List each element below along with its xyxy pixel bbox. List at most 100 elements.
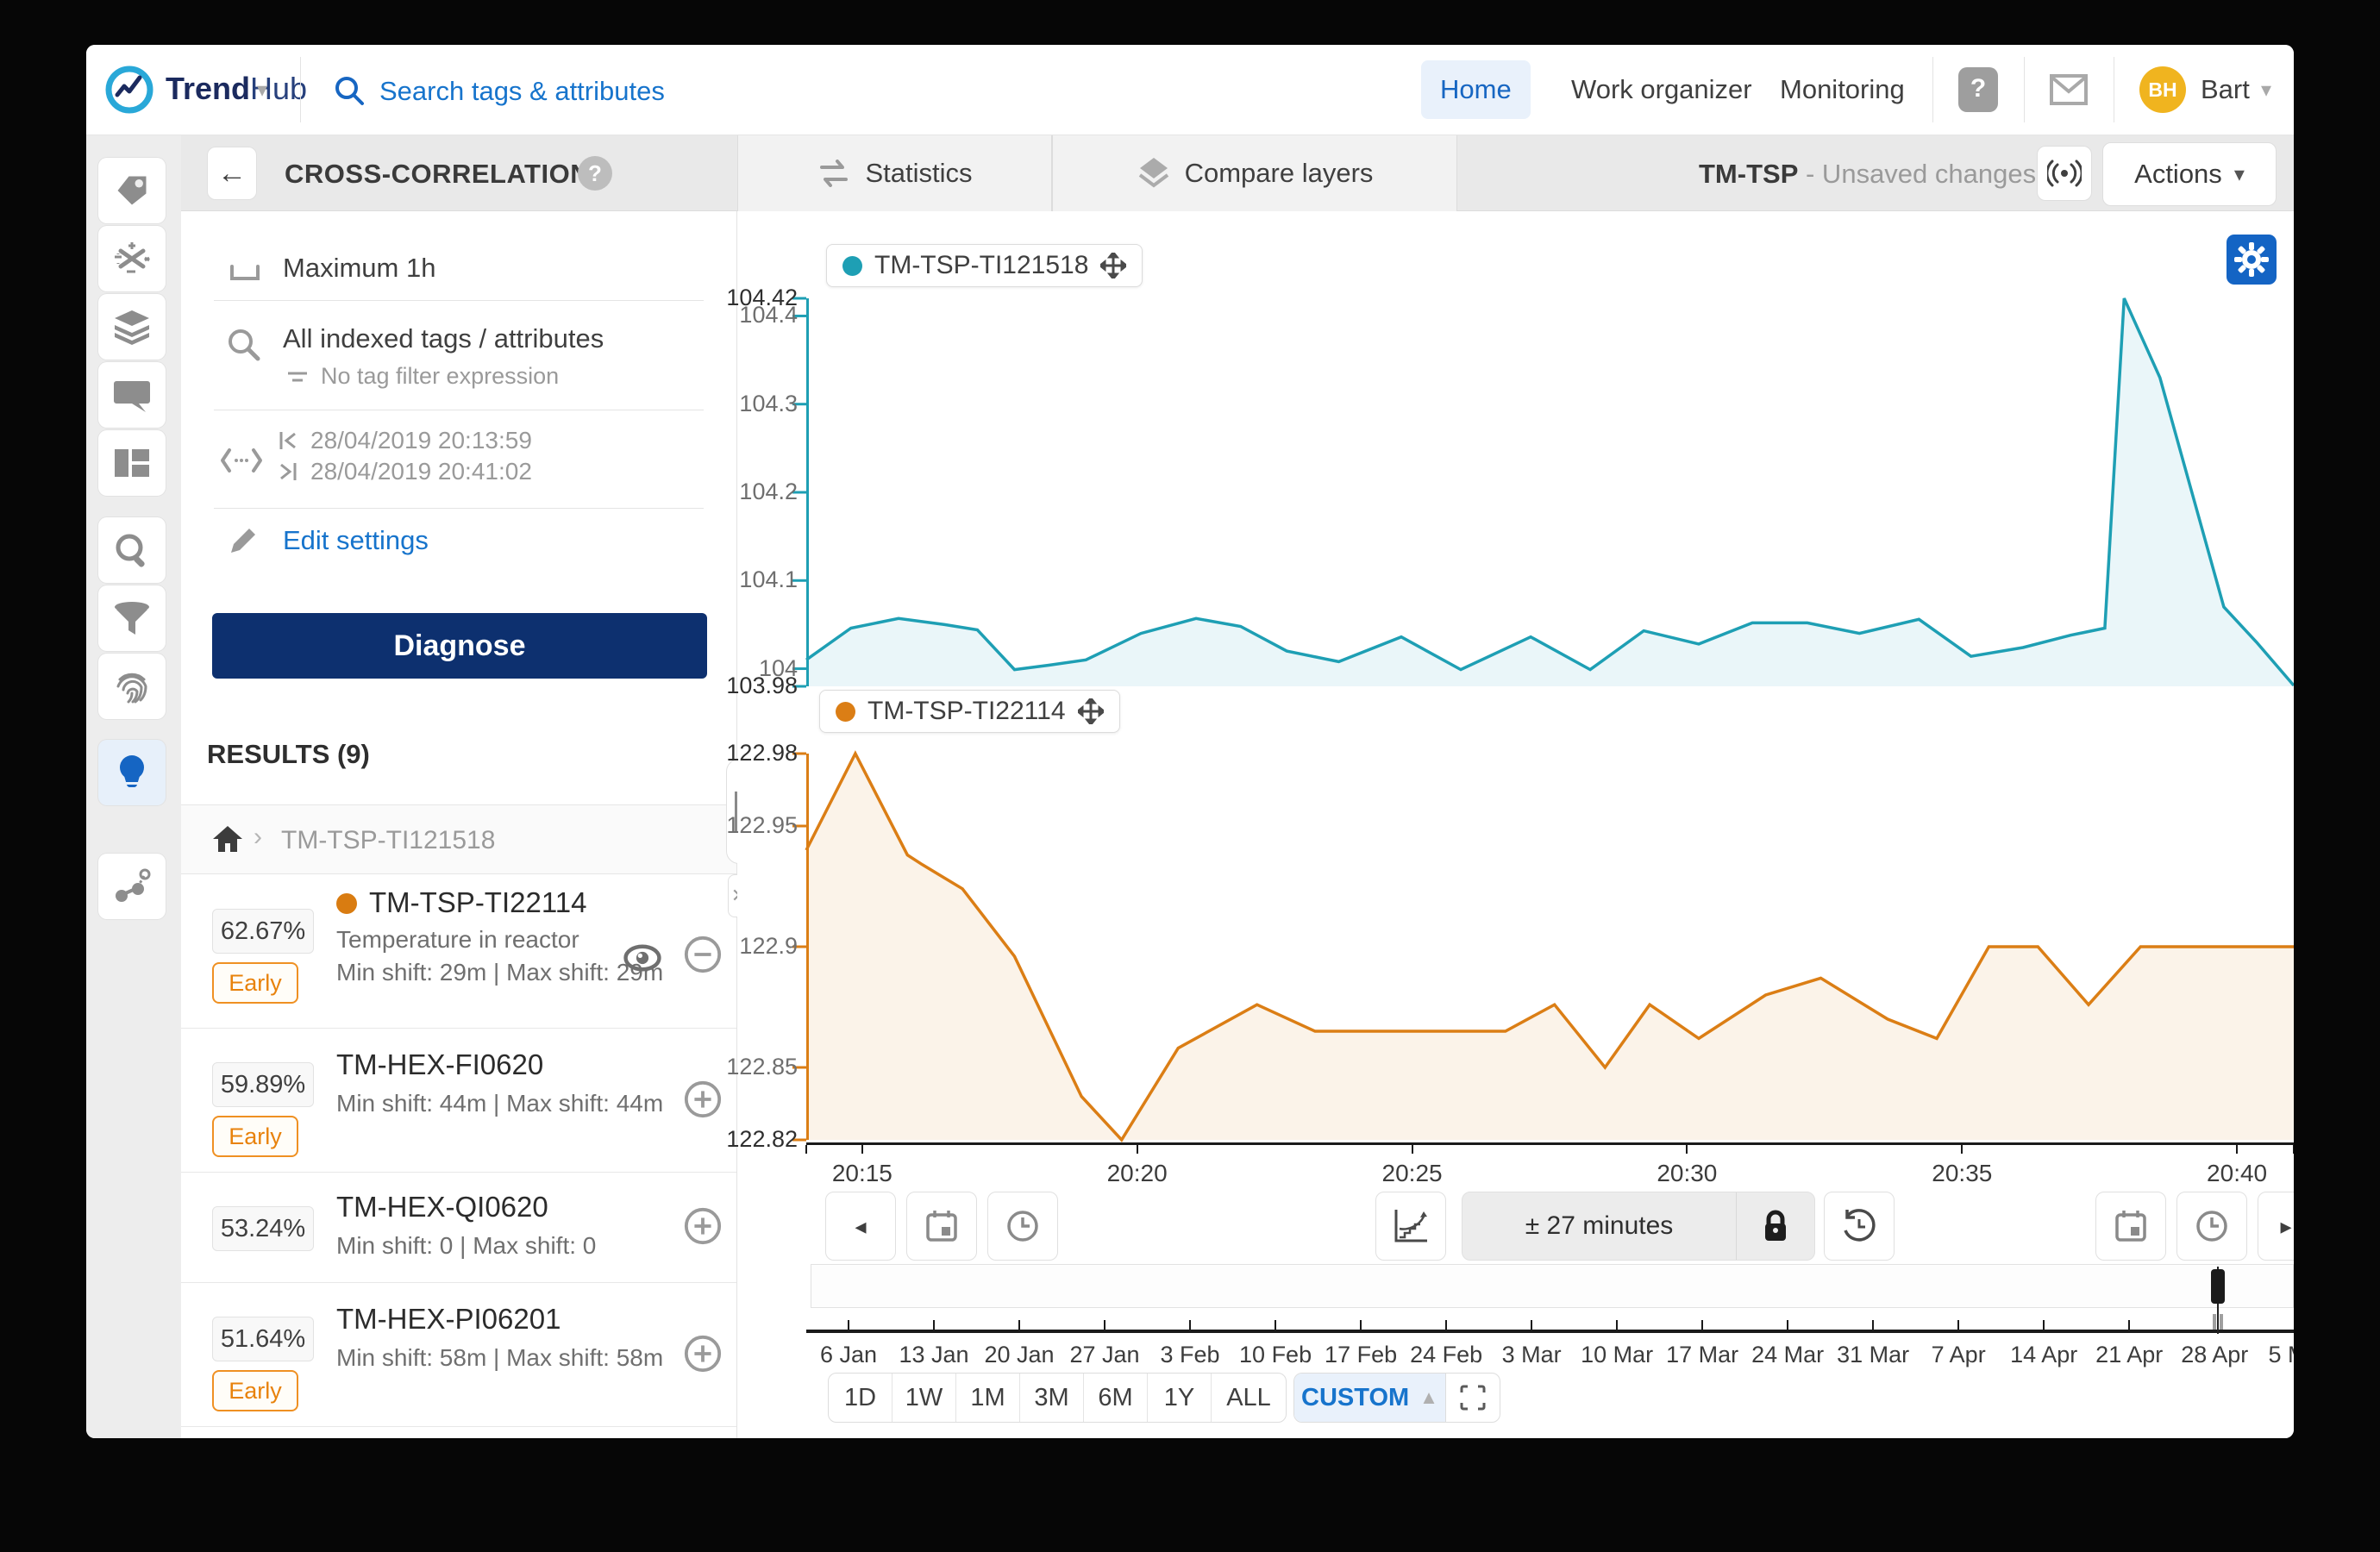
x-tick: [2293, 1145, 2294, 1154]
diagnose-button[interactable]: Diagnose: [212, 613, 707, 679]
series-legend[interactable]: TM-TSP-TI22114: [819, 690, 1120, 733]
actions-chevron-down-icon: ▾: [2233, 162, 2245, 186]
cross-correlations-panel: Maximum 1h All indexed tags / attributes…: [181, 211, 737, 1438]
zoom-6m-button[interactable]: 6M: [1084, 1374, 1148, 1422]
trend-compare-button[interactable]: [1375, 1192, 1446, 1261]
y-tick-label: 122.85: [726, 1054, 798, 1080]
mail-icon[interactable]: [2050, 74, 2088, 105]
left-icon-rail: [86, 135, 181, 1438]
range-label: ± 27 minutes: [1462, 1192, 1737, 1260]
rail-layout-icon[interactable]: [98, 430, 166, 496]
fit-view-button[interactable]: [1446, 1374, 1500, 1422]
move-icon[interactable]: [1100, 253, 1127, 278]
history-button[interactable]: [1824, 1192, 1895, 1261]
panel-help-icon[interactable]: ?: [578, 156, 612, 191]
clock-button[interactable]: [987, 1192, 1058, 1261]
calendar-button[interactable]: [906, 1192, 977, 1261]
lock-icon[interactable]: [1737, 1192, 1814, 1260]
tab-work-organizer[interactable]: Work organizer: [1552, 60, 1771, 119]
clock-button[interactable]: [2176, 1192, 2247, 1261]
compare-layers-button[interactable]: Compare layers: [1052, 135, 1457, 211]
search-window-icon: [230, 265, 260, 280]
early-badge: Early: [212, 1370, 298, 1411]
legend-tag: TM-TSP-TI22114: [867, 697, 1066, 725]
actions-button[interactable]: Actions ▾: [2102, 142, 2277, 206]
rail-layers-icon[interactable]: [98, 294, 166, 360]
user-name[interactable]: Bart: [2201, 74, 2250, 105]
trend-chart-ti22114[interactable]: 122.98 122.95 122.9 122.85 122.82: [726, 740, 2294, 1152]
help-icon[interactable]: ?: [1958, 67, 1998, 112]
divider: [214, 508, 704, 509]
move-icon[interactable]: [1077, 698, 1104, 724]
result-card[interactable]: TM-HEX-PI06202: [181, 1426, 736, 1438]
y-tick-label: 122.98: [726, 740, 798, 766]
rail-calculations-icon[interactable]: [98, 226, 166, 291]
y-tick-label: 122.82: [726, 1126, 798, 1152]
timeline-scrubber-grip[interactable]: [2213, 1314, 2224, 1330]
time-axis: 20:15 20:20 20:25 20:30 20:35 20:40: [805, 1142, 2294, 1198]
rail-recommendations-icon[interactable]: [98, 740, 166, 805]
rail-filter-icon[interactable]: [98, 585, 166, 651]
tag-scope-value[interactable]: All indexed tags / attributes: [283, 323, 604, 354]
rail-search-icon[interactable]: [98, 517, 166, 583]
zoom-1d-button[interactable]: 1D: [829, 1374, 892, 1422]
rail-comments-icon[interactable]: [98, 362, 166, 428]
brand-name[interactable]: TrendHub: [166, 71, 307, 107]
range-start-value[interactable]: 28/04/2019 20:13:59: [310, 427, 532, 454]
timeline-scrubber-handle[interactable]: [2211, 1269, 2226, 1304]
result-card[interactable]: 59.89% Early TM-HEX-FI0620 Min shift: 44…: [181, 1028, 736, 1173]
app-window: TrendHub ▾ Search tags & attributes Home…: [86, 45, 2294, 1438]
zoom-3m-button[interactable]: 3M: [1020, 1374, 1084, 1422]
home-icon[interactable]: [212, 824, 243, 854]
result-card[interactable]: 53.24% TM-HEX-QI0620 Min shift: 0 | Max …: [181, 1172, 736, 1283]
zoom-1m-button[interactable]: 1M: [956, 1374, 1020, 1422]
broadcast-button[interactable]: [2037, 146, 2092, 201]
top-navbar: TrendHub ▾ Search tags & attributes Home…: [86, 45, 2294, 135]
zoom-1y-button[interactable]: 1Y: [1148, 1374, 1212, 1422]
tab-monitoring[interactable]: Monitoring: [1761, 60, 1924, 119]
x-tick: [1961, 1145, 1964, 1154]
statistics-button[interactable]: Statistics: [737, 135, 1052, 211]
back-button[interactable]: ←: [207, 147, 257, 200]
step-back-button[interactable]: ◂: [825, 1192, 896, 1261]
timeline-tick: [1531, 1320, 1533, 1330]
add-circle-icon[interactable]: [683, 1334, 723, 1374]
custom-range-button[interactable]: CUSTOM ▲: [1294, 1374, 1446, 1422]
user-chevron-down-icon[interactable]: ▾: [2261, 78, 2271, 103]
trend-chart-ti121518[interactable]: 104.42 104.4 104.3 104.2 104.1 104 103.98: [726, 285, 2294, 698]
search-input[interactable]: Search tags & attributes: [379, 76, 665, 107]
tab-home[interactable]: Home: [1421, 60, 1531, 119]
x-tick: [1686, 1145, 1688, 1154]
avatar[interactable]: BH: [2139, 66, 2186, 113]
timeline-tick: [1872, 1320, 1875, 1330]
x-tick-label: 20:15: [831, 1160, 892, 1186]
step-forward-button[interactable]: ▸: [2258, 1192, 2294, 1261]
search-window-value[interactable]: Maximum 1h: [283, 253, 435, 284]
timeline-preview-band[interactable]: [811, 1264, 2294, 1308]
result-card[interactable]: 51.64% Early TM-HEX-PI06201 Min shift: 5…: [181, 1282, 736, 1427]
time-range-button[interactable]: ± 27 minutes: [1462, 1192, 1815, 1261]
chart-settings-button[interactable]: [2227, 235, 2277, 285]
view-title: TM-TSP - Unsaved changes: [1699, 159, 2037, 189]
rail-context-icon[interactable]: [98, 854, 166, 919]
breadcrumb-tag[interactable]: TM-TSP-TI121518: [281, 826, 495, 855]
rail-tag-icon[interactable]: [98, 158, 166, 223]
result-shift: Min shift: 44m | Max shift: 44m: [336, 1090, 664, 1117]
compare-layers-label: Compare layers: [1184, 158, 1374, 188]
visibility-eye-icon[interactable]: [623, 938, 662, 978]
rail-fingerprint-icon[interactable]: [98, 654, 166, 719]
brand-chevron-down-icon[interactable]: ▾: [257, 78, 267, 103]
range-end-value[interactable]: 28/04/2019 20:41:02: [310, 458, 532, 485]
timeline-tick: [1787, 1320, 1789, 1330]
calendar-button[interactable]: [2095, 1192, 2166, 1261]
early-badge: Early: [212, 962, 298, 1004]
add-circle-icon[interactable]: [683, 1206, 723, 1246]
result-card[interactable]: 62.67% Early TM-TSP-TI22114 Temperature …: [181, 876, 736, 1029]
y-tick-label: 104.4: [739, 302, 798, 329]
correlation-pct-badge: 59.89%: [212, 1062, 314, 1107]
series-legend[interactable]: TM-TSP-TI121518: [826, 244, 1143, 287]
edit-settings-link[interactable]: Edit settings: [283, 525, 429, 556]
zoom-1w-button[interactable]: 1W: [892, 1374, 956, 1422]
add-circle-icon[interactable]: [683, 1080, 723, 1119]
zoom-all-button[interactable]: ALL: [1212, 1374, 1286, 1422]
